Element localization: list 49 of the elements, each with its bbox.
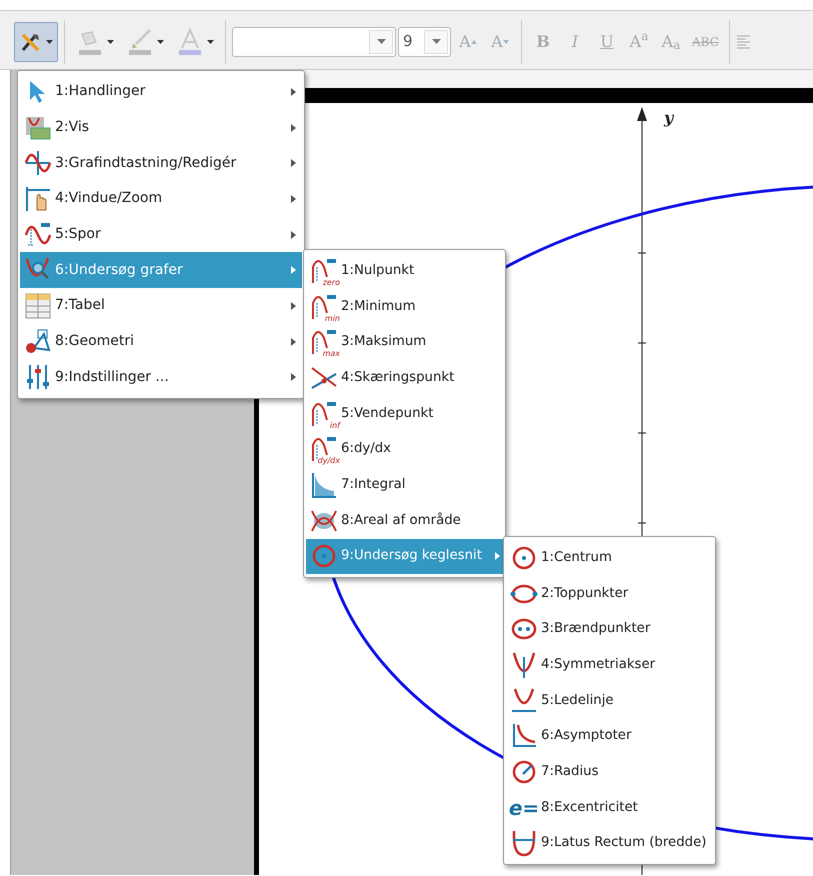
- menu-item[interactable]: 7:Tabel: [20, 288, 302, 324]
- font-field[interactable]: [232, 26, 396, 56]
- menu-item[interactable]: max 3:Maksimum: [306, 324, 503, 360]
- menu-item[interactable]: 1:Centrum: [506, 540, 713, 576]
- parabola-latus-icon: [510, 829, 538, 858]
- menu-item[interactable]: 5:Spor: [20, 216, 302, 252]
- menu-item[interactable]: 3:Brændpunkter: [506, 611, 713, 648]
- caret-icon: [46, 40, 53, 44]
- menu-item[interactable]: 8:Geometri: [20, 324, 302, 360]
- menu-item[interactable]: 1:Handlinger: [20, 74, 302, 110]
- menu-item[interactable]: 2:Toppunkter: [506, 576, 713, 612]
- parabola-axis-icon: [510, 650, 538, 679]
- caret-icon: [157, 40, 164, 44]
- up-triangle-icon: [470, 40, 477, 44]
- menu-item[interactable]: 3:Grafindtastning/Redigér: [20, 145, 302, 182]
- down-triangle-icon: [502, 40, 509, 44]
- tools-button[interactable]: [14, 22, 58, 62]
- menu-item[interactable]: 9:Latus Rectum (bredde): [506, 826, 713, 862]
- menu-item[interactable]: 2:Vis: [20, 110, 302, 146]
- menu-item[interactable]: 4:Symmetriakser: [506, 647, 713, 683]
- menu-item[interactable]: zero 1:Nulpunkt: [306, 253, 503, 289]
- table-icon: [24, 292, 52, 320]
- menu-item[interactable]: 7:Radius: [506, 754, 713, 790]
- axes-hand-icon: [24, 184, 52, 213]
- geometry-icon: [24, 328, 52, 356]
- menu-item[interactable]: 4:Skæringspunkt: [306, 360, 503, 396]
- sliders-icon: [24, 363, 52, 392]
- eccentricity-icon: e=: [510, 794, 538, 822]
- align-left-icon[interactable]: [736, 34, 752, 50]
- integral-icon: [310, 470, 338, 499]
- caret-icon: [107, 40, 114, 44]
- text-color-icon: [176, 28, 204, 56]
- axis-label: y: [664, 107, 674, 129]
- menu-item[interactable]: dy/dx 6:dy/dx: [306, 431, 503, 468]
- brush-icon: [126, 28, 154, 56]
- menu-item[interactable]: 6:Asymptoter: [506, 718, 713, 754]
- menu-item[interactable]: min 2:Minimum: [306, 288, 503, 324]
- dropdown-icon: [432, 39, 440, 44]
- parabola-directrix-icon: [510, 686, 538, 715]
- menu-item[interactable]: inf 5:Vendepunkt: [306, 396, 503, 432]
- menu-item[interactable]: 4:Vindue/Zoom: [20, 181, 302, 217]
- menu-item[interactable]: 7:Integral: [306, 467, 503, 503]
- menu-item[interactable]: 5:Ledelinje: [506, 682, 713, 718]
- font-size-field[interactable]: 9: [398, 26, 451, 56]
- menu-item[interactable]: 8:Areal af område: [306, 502, 503, 538]
- caret-icon: [207, 40, 214, 44]
- dropdown-icon: [376, 39, 386, 44]
- sine-wave-icon: [24, 149, 52, 178]
- menu-item[interactable]: 9:Indstillinger ...: [20, 360, 302, 396]
